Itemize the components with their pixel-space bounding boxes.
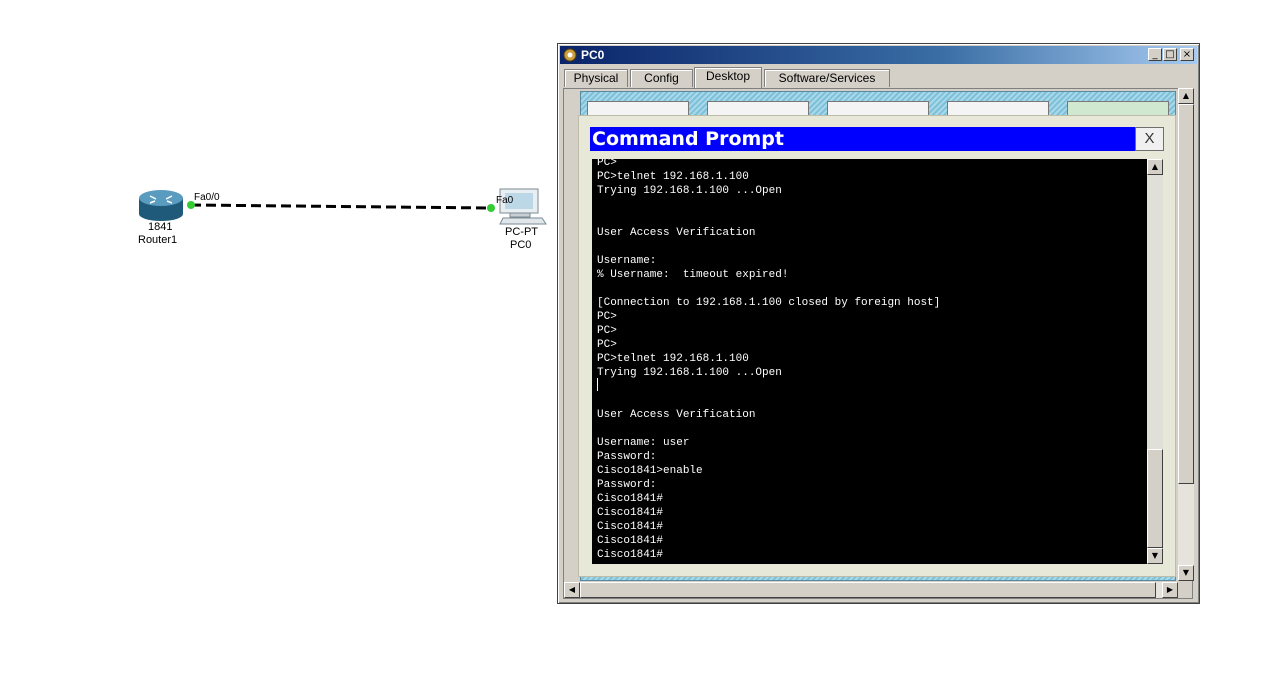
scroll-thumb[interactable] [1147,449,1163,548]
scroll-thumb[interactable] [580,582,1156,598]
ethernet-link[interactable] [190,203,492,210]
terminal-line: [Connection to 192.168.1.100 closed by f… [597,297,941,309]
terminal-line: Cisco1841# [597,507,664,519]
text-cursor [597,378,598,391]
terminal-line: PC>telnet 192.168.1.100 [597,353,749,365]
command-prompt-dialog: Command Prompt X PC> PC>telnet 192.168.1.… [578,115,1176,577]
terminal-line: Cisco1841# [597,521,664,533]
terminal-line: Username: user [597,437,690,449]
window-title: PC0 [581,48,605,62]
router-name-label: Router1 [138,234,178,246]
scroll-down-icon[interactable]: ▼ [1178,565,1194,581]
terminal-line: PC>telnet 192.168.1.100 [597,171,749,183]
terminal-line: % Username: timeout expired! [597,269,789,281]
terminal-line: Trying 192.168.1.100 ...Open [597,367,782,379]
window-titlebar[interactable]: PC0 _ □ × [560,46,1197,64]
scroll-right-icon[interactable]: ▶ [1162,582,1178,598]
packet-tracer-icon [563,48,577,62]
scroll-up-icon[interactable]: ▲ [1147,159,1163,175]
scroll-up-icon[interactable]: ▲ [1178,88,1194,104]
terminal-line: User Access Verification [597,227,756,239]
close-button[interactable]: × [1180,48,1194,61]
tab-desktop[interactable]: Desktop [694,67,762,88]
terminal-line: Cisco1841# [597,535,664,547]
terminal-line: PC> [597,311,617,323]
router-model-label: 1841 [148,221,173,233]
terminal-line: User Access Verification [597,409,756,421]
desktop-horizontal-scrollbar[interactable]: ◀ ▶ [564,582,1178,598]
link-light-pc [487,204,495,212]
command-prompt-title: Command Prompt [592,128,784,150]
router-port-label: Fa0/0 [194,192,220,203]
terminal-line: Cisco1841>enable [597,465,703,477]
pc-model-label: PC-PT [505,226,538,238]
scroll-left-icon[interactable]: ◀ [564,582,580,598]
tab-software-services[interactable]: Software/Services [764,69,890,87]
maximize-button[interactable]: □ [1163,48,1177,61]
command-prompt-close-button[interactable]: X [1135,127,1164,151]
terminal-line: Password: [597,451,657,463]
router-icon[interactable] [139,190,183,221]
terminal-output[interactable]: PC> PC>telnet 192.168.1.100 Trying 192.168… [592,159,1147,564]
minimize-button[interactable]: _ [1148,48,1162,61]
terminal-line: PC> [597,339,617,351]
terminal-line: Cisco1841# [597,493,664,505]
topology-canvas [139,188,547,225]
tab-config[interactable]: Config [630,69,693,87]
pc-name-label: PC0 [510,239,532,251]
terminal-line: PC> [597,159,617,169]
terminal-line: Cisco1841# [597,549,664,561]
terminal-line: Username: [597,255,657,267]
scroll-down-icon[interactable]: ▼ [1147,548,1163,564]
pc-port-label: Fa0 [496,195,514,206]
tab-physical[interactable]: Physical [564,69,628,87]
command-prompt-titlebar[interactable]: Command Prompt [590,127,1135,151]
terminal-line: Trying 192.168.1.100 ...Open [597,185,782,197]
scroll-thumb[interactable] [1178,104,1194,484]
terminal-scrollbar[interactable]: ▲ ▼ [1147,159,1163,564]
terminal-line: Password: [597,479,657,491]
terminal-line: PC> [597,325,617,337]
desktop-vertical-scrollbar[interactable]: ▲ ▼ [1178,88,1194,581]
